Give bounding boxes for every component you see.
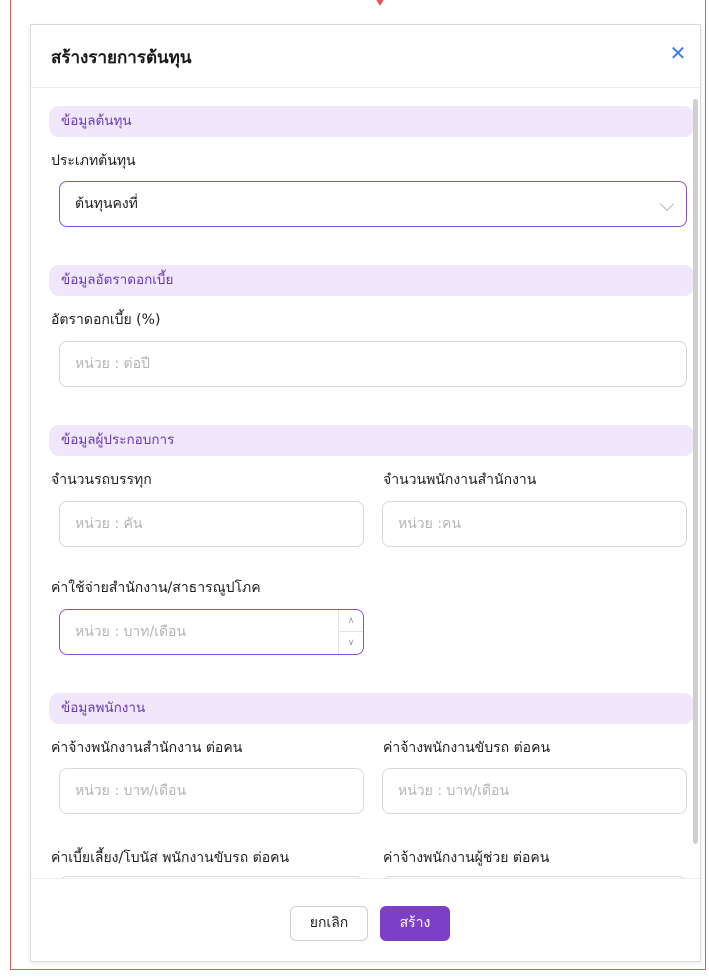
office-expense-label: ค่าใช้จ่ายสำนักงาน/สาธารณูปโภค bbox=[51, 580, 261, 596]
modal-body[interactable]: ข้อมูลต้นทุน ประเภทต้นทุน ต้นทุนคงที่ ข้… bbox=[31, 88, 700, 881]
close-icon[interactable]: ✕ bbox=[664, 39, 692, 67]
driver-wage-input[interactable]: หน่วย : บาท/เดือน bbox=[382, 768, 687, 814]
trucks-input[interactable]: หน่วย : คัน bbox=[59, 501, 364, 547]
assistant-wage-label: ค่าจ้างพนักงานผู้ช่วย ต่อคน bbox=[383, 850, 550, 866]
cost-type-label: ประเภทต้นทุน bbox=[51, 153, 136, 169]
chevron-down-icon bbox=[659, 196, 675, 212]
office-staff-input[interactable]: หน่วย :คน bbox=[382, 501, 687, 547]
cancel-button[interactable]: ยกเลิก bbox=[290, 906, 368, 941]
interest-rate-input[interactable]: หน่วย : ต่อปี bbox=[59, 341, 687, 387]
cost-type-value: ต้นทุนคงที่ bbox=[75, 196, 138, 212]
modal-footer: ยกเลิก สร้าง bbox=[31, 878, 700, 961]
section-employee-info: ข้อมูลพนักงาน bbox=[49, 693, 694, 724]
section-operator-info: ข้อมูลผู้ประกอบการ bbox=[49, 425, 694, 456]
section-cost-info: ข้อมูลต้นทุน bbox=[49, 106, 694, 137]
step-down-icon[interactable]: ∨ bbox=[339, 632, 363, 654]
cost-type-select[interactable]: ต้นทุนคงที่ bbox=[59, 181, 687, 227]
number-stepper[interactable]: ∧ ∨ bbox=[338, 610, 363, 654]
create-button[interactable]: สร้าง bbox=[380, 906, 450, 941]
driver-wage-label: ค่าจ้างพนักงานขับรถ ต่อคน bbox=[383, 740, 551, 756]
modal-title: สร้างรายการต้นทุน bbox=[51, 48, 192, 68]
create-cost-modal: สร้างรายการต้นทุน ✕ ข้อมูลต้นทุน ประเภทต… bbox=[30, 24, 701, 962]
scrollbar[interactable] bbox=[693, 99, 698, 844]
office-expense-input[interactable]: หน่วย : บาท/เดือน ∧ ∨ bbox=[59, 609, 364, 655]
office-wage-label: ค่าจ้างพนักงานสำนักงาน ต่อคน bbox=[51, 740, 243, 756]
section-interest-info: ข้อมูลอัตราดอกเบี้ย bbox=[49, 265, 694, 296]
trucks-label: จำนวนรถบรรทุก bbox=[51, 472, 152, 488]
interest-rate-label: อัตราดอกเบี้ย (%) bbox=[51, 312, 161, 328]
office-wage-input[interactable]: หน่วย : บาท/เดือน bbox=[59, 768, 364, 814]
modal-header: สร้างรายการต้นทุน ✕ bbox=[31, 25, 700, 88]
arrow-marker-icon bbox=[375, 0, 385, 6]
office-expense-placeholder: หน่วย : บาท/เดือน bbox=[75, 624, 187, 640]
office-staff-label: จำนวนพนักงานสำนักงาน bbox=[383, 472, 537, 488]
step-up-icon[interactable]: ∧ bbox=[339, 610, 363, 632]
driver-allowance-label: ค่าเบี้ยเลี้ยง/โบนัส พนักงานขับรถ ต่อคน bbox=[51, 850, 290, 866]
